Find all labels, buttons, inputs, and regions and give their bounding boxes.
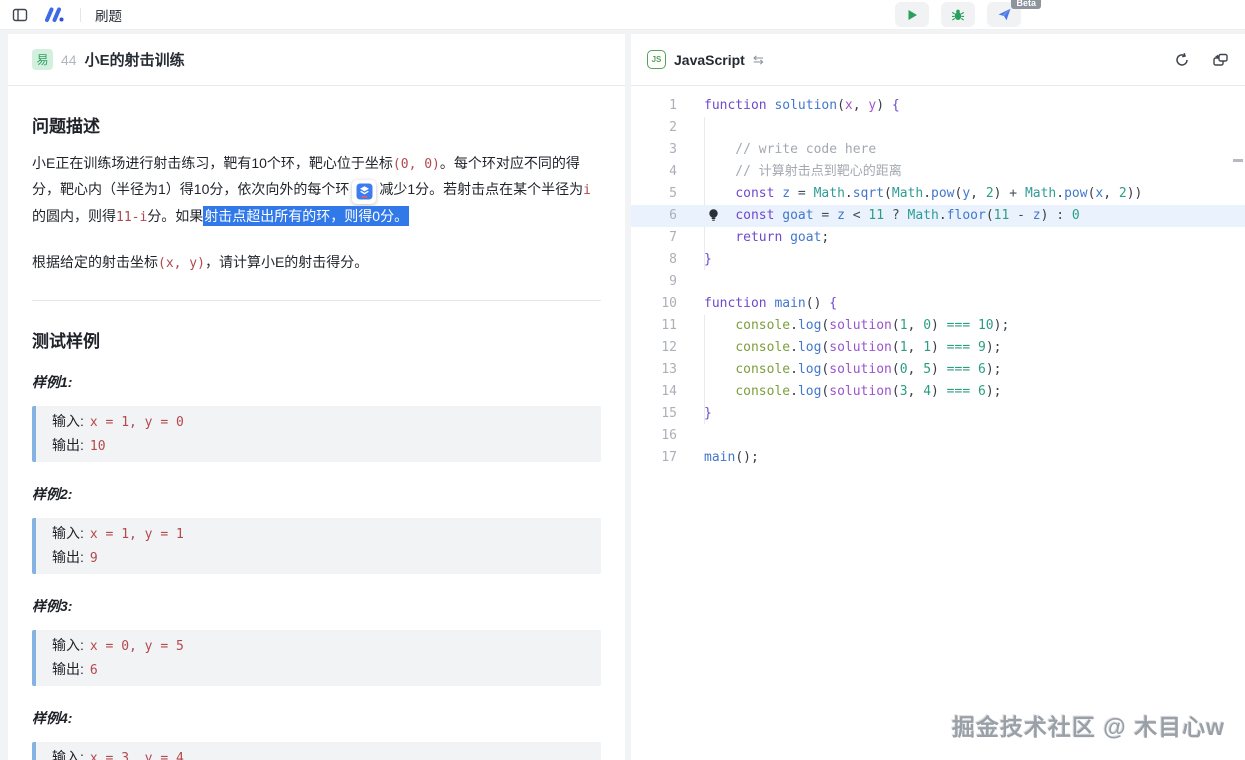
code-line: 6 const goat = z < 11 ? Math.floor(11 - … <box>631 205 1245 227</box>
line-number: 6 <box>631 205 677 227</box>
line-number: 11 <box>631 315 677 337</box>
problem-content: 问题描述 小E正在训练场进行射击练习，靶有10个环，靶心位于坐标(0, 0)。每… <box>8 86 625 760</box>
compare-code-icon[interactable] <box>1212 52 1229 68</box>
problem-header: 易 44 小E的射击训练 <box>8 34 625 86</box>
problem-id: 44 <box>61 52 77 68</box>
top-bar: 刷题 Beta <box>0 0 1245 30</box>
code-line: 2 <box>631 117 1245 139</box>
input-value: x = 0, y = 5 <box>90 639 184 654</box>
watermark: 掘金技术社区 @ 木目心w <box>952 708 1225 742</box>
code-line: 7 return goat; <box>631 227 1245 249</box>
description-paragraph-1: 小E正在训练场进行射击练习，靶有10个环，靶心位于坐标(0, 0)。每个环对应不… <box>32 151 601 230</box>
line-number: 2 <box>631 117 677 139</box>
editor-header: JS JavaScript ⇆ <box>631 34 1245 86</box>
code-lines: 1function solution(x, y) {23 // write co… <box>631 95 1245 469</box>
problem-panel: 易 44 小E的射击训练 问题描述 小E正在训练场进行射击练习，靶有10个环，靶… <box>8 34 625 760</box>
sample-block: 样例4:输入:x = 3, y = 4输出:6 <box>32 708 601 760</box>
input-label: 输入: <box>52 749 84 760</box>
scrollbar-overview-mark[interactable] <box>1233 159 1243 162</box>
play-icon <box>905 8 919 22</box>
input-label: 输入: <box>52 637 84 653</box>
output-label: 输出: <box>52 549 84 565</box>
code-line: 13 console.log(solution(0, 5) === 6); <box>631 359 1245 381</box>
sidebar-toggle-icon[interactable] <box>12 7 28 23</box>
problem-title: 小E的射击训练 <box>85 49 185 70</box>
code-line: 3 // write code here <box>631 139 1245 161</box>
output-value: 6 <box>90 663 98 678</box>
input-value: x = 3, y = 4 <box>90 751 184 760</box>
output-value: 9 <box>90 551 98 566</box>
line-number: 17 <box>631 447 677 469</box>
app-title: 刷题 <box>95 5 122 25</box>
line-number: 9 <box>631 271 677 293</box>
code-line: 4 // 计算射击点到靶心的距离 <box>631 161 1245 183</box>
code-line: 17main(); <box>631 447 1245 469</box>
code-line: 10function main() { <box>631 293 1245 315</box>
language-switch-icon[interactable]: ⇆ <box>753 52 764 68</box>
samples-heading: 测试样例 <box>32 327 601 352</box>
code-line: 16 <box>631 425 1245 447</box>
beta-badge: Beta <box>1011 0 1041 9</box>
output-label: 输出: <box>52 437 84 453</box>
sample-block: 样例1: 输入: x = 1, y = 0 输出: 10 <box>32 372 601 462</box>
line-number: 12 <box>631 337 677 359</box>
sample-box: 输入:x = 3, y = 4输出:6 <box>32 742 601 760</box>
dictionary-popup-icon[interactable] <box>352 180 376 204</box>
sample-label: 样例4: <box>32 708 601 728</box>
topbar-divider <box>80 8 81 22</box>
sample-block: 样例3: 输入: x = 0, y = 5 输出: 6 <box>32 596 601 686</box>
language-name: JavaScript <box>674 52 745 68</box>
sample-box: 输入: x = 1, y = 1 输出: 9 <box>32 518 601 574</box>
bug-icon <box>951 8 965 22</box>
line-number: 16 <box>631 425 677 447</box>
output-label: 输出: <box>52 661 84 677</box>
sample-label: 样例2: <box>32 484 601 504</box>
code-line: 14 console.log(solution(3, 4) === 6); <box>631 381 1245 403</box>
difficulty-badge: 易 <box>32 49 53 70</box>
paper-plane-icon <box>997 7 1012 22</box>
input-value: x = 1, y = 0 <box>90 415 184 430</box>
javascript-language-icon: JS <box>647 50 666 69</box>
line-number: 5 <box>631 183 677 205</box>
line-number: 8 <box>631 249 677 271</box>
run-button[interactable] <box>895 2 929 27</box>
output-value: 10 <box>90 439 106 454</box>
section-divider <box>32 300 601 301</box>
line-number: 7 <box>631 227 677 249</box>
line-number: 1 <box>631 95 677 117</box>
code-editor[interactable]: 1function solution(x, y) {23 // write co… <box>631 86 1245 760</box>
sample-box: 输入: x = 1, y = 0 输出: 10 <box>32 406 601 462</box>
submit-button[interactable]: Beta <box>987 2 1021 27</box>
code-line: 5 const z = Math.sqrt(Math.pow(y, 2) + M… <box>631 183 1245 205</box>
sample-label: 样例3: <box>32 596 601 616</box>
input-label: 输入: <box>52 413 84 429</box>
line-number: 15 <box>631 403 677 425</box>
code-line: 1function solution(x, y) { <box>631 95 1245 117</box>
debug-button[interactable] <box>941 2 975 27</box>
line-number: 13 <box>631 359 677 381</box>
sample-label: 样例1: <box>32 372 601 392</box>
description-heading: 问题描述 <box>32 112 601 137</box>
code-line: 11 console.log(solution(1, 0) === 10); <box>631 315 1245 337</box>
code-line: 8} <box>631 249 1245 271</box>
line-number: 10 <box>631 293 677 315</box>
input-value: x = 1, y = 1 <box>90 527 184 542</box>
sample-box: 输入: x = 0, y = 5 输出: 6 <box>32 630 601 686</box>
code-panel: JS JavaScript ⇆ 1function solution(x, y)… <box>631 34 1245 760</box>
line-number: 4 <box>631 161 677 183</box>
line-number: 3 <box>631 139 677 161</box>
code-line: 15} <box>631 403 1245 425</box>
line-number: 14 <box>631 381 677 403</box>
description-paragraph-2: 根据给定的射击坐标(x, y)，请计算小E的射击得分。 <box>32 250 601 276</box>
input-label: 输入: <box>52 525 84 541</box>
code-line: 9 <box>631 271 1245 293</box>
app-logo-icon[interactable] <box>42 6 66 24</box>
reset-code-icon[interactable] <box>1174 52 1190 68</box>
code-line: 12 console.log(solution(1, 1) === 9); <box>631 337 1245 359</box>
samples-list: 样例1: 输入: x = 1, y = 0 输出: 10 样例2: 输入: x = 1, y … <box>32 372 601 760</box>
sample-block: 样例2: 输入: x = 1, y = 1 输出: 9 <box>32 484 601 574</box>
